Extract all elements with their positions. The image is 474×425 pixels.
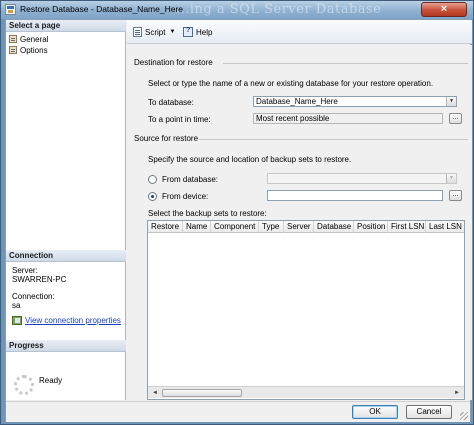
from-device-radio[interactable] xyxy=(148,192,157,201)
select-page-header: Select a page xyxy=(6,20,126,32)
script-icon xyxy=(133,27,142,37)
title-bar[interactable]: Restore Database - Database_Name_Here ..… xyxy=(1,1,473,19)
column-header-type[interactable]: Type xyxy=(259,221,284,233)
column-header-first-lsn[interactable]: First LSN xyxy=(388,221,426,233)
help-label: Help xyxy=(196,27,213,37)
column-header-restore[interactable]: Restore xyxy=(148,221,183,233)
column-header-name[interactable]: Name xyxy=(183,221,211,233)
column-header-component[interactable]: Component xyxy=(211,221,259,233)
server-label: Server: xyxy=(12,266,38,275)
server-value: SWARREN-PC xyxy=(12,275,67,284)
connection-properties-icon xyxy=(12,316,22,325)
section-divider xyxy=(199,139,468,140)
source-section-label: Source for restore xyxy=(134,134,199,143)
progress-spinner-icon xyxy=(14,375,34,395)
backup-sets-grid[interactable]: Restore Name Component Type Server Datab… xyxy=(147,220,465,400)
general-page-content: Destination for restore Select or type t… xyxy=(127,45,472,400)
sql-server-app-icon xyxy=(5,4,16,15)
to-database-combo[interactable]: Database_Name_Here ▼ xyxy=(253,96,457,107)
chevron-down-icon[interactable]: ▼ xyxy=(169,29,175,35)
close-button[interactable]: × xyxy=(421,2,467,17)
backup-sets-label: Select the backup sets to restore: xyxy=(148,209,267,218)
restore-database-window: Restore Database - Database_Name_Here ..… xyxy=(0,0,474,425)
page-item-general[interactable]: General xyxy=(9,34,48,44)
dialog-client-area: Select a page General Options Connection… xyxy=(5,19,472,422)
resize-grip-icon[interactable] xyxy=(460,412,468,420)
background-watermark-text: ...ing a SQL Server Database xyxy=(176,2,382,17)
column-header-server[interactable]: Server xyxy=(284,221,314,233)
window-title: Restore Database - Database_Name_Here xyxy=(20,4,184,14)
ok-button[interactable]: OK xyxy=(352,405,398,419)
progress-status: Ready xyxy=(39,376,63,385)
connection-value: sa xyxy=(12,301,21,310)
destination-section-label: Destination for restore xyxy=(134,58,213,67)
connection-header: Connection xyxy=(6,250,126,262)
destination-description: Select or type the name of a new or exis… xyxy=(148,79,434,88)
from-device-label[interactable]: From device: xyxy=(162,192,208,201)
point-in-time-label: To a point in time: xyxy=(148,115,211,124)
to-database-label: To database: xyxy=(148,98,194,107)
page-icon xyxy=(9,35,17,43)
page-item-options[interactable]: Options xyxy=(9,45,48,55)
to-database-value: Database_Name_Here xyxy=(256,97,338,106)
section-divider xyxy=(223,63,468,64)
column-header-position[interactable]: Position xyxy=(354,221,388,233)
page-item-label: Options xyxy=(20,45,48,55)
from-database-radio[interactable] xyxy=(148,175,157,184)
chevron-down-icon[interactable]: ▼ xyxy=(446,97,456,106)
column-header-database[interactable]: Database xyxy=(314,221,354,233)
progress-header: Progress xyxy=(6,340,126,352)
source-description: Specify the source and location of backu… xyxy=(148,155,352,164)
cancel-button[interactable]: Cancel xyxy=(406,405,452,419)
from-device-field[interactable] xyxy=(267,190,443,201)
scrollbar-thumb[interactable] xyxy=(162,389,242,397)
script-button[interactable]: Script ▼ xyxy=(133,25,175,39)
scroll-right-arrow-icon[interactable]: ► xyxy=(451,388,463,398)
from-device-browse-button[interactable]: ... xyxy=(449,190,462,201)
page-icon xyxy=(9,46,17,54)
page-item-label: General xyxy=(20,34,49,44)
view-connection-properties-link[interactable]: View connection properties xyxy=(12,316,121,325)
help-button[interactable]: Help xyxy=(183,25,212,39)
grid-header: Restore Name Component Type Server Datab… xyxy=(148,221,464,233)
scroll-left-arrow-icon[interactable]: ◄ xyxy=(149,388,161,398)
horizontal-scrollbar[interactable]: ◄ ► xyxy=(148,386,464,398)
script-label: Script xyxy=(145,27,166,37)
toolbar: Script ▼ Help xyxy=(127,20,472,44)
link-label: View connection properties xyxy=(25,316,121,325)
chevron-down-icon: ▼ xyxy=(446,174,456,183)
column-header-last-lsn[interactable]: Last LSN xyxy=(426,221,464,233)
from-database-label[interactable]: From database: xyxy=(162,175,218,184)
point-in-time-field: Most recent possible xyxy=(253,113,443,124)
help-icon xyxy=(183,27,193,37)
point-in-time-browse-button[interactable]: ... xyxy=(449,113,462,124)
from-database-combo: ▼ xyxy=(267,173,457,184)
left-pane: Select a page General Options Connection… xyxy=(6,20,126,400)
dialog-footer: OK Cancel xyxy=(6,401,470,422)
connection-label: Connection: xyxy=(12,292,55,301)
